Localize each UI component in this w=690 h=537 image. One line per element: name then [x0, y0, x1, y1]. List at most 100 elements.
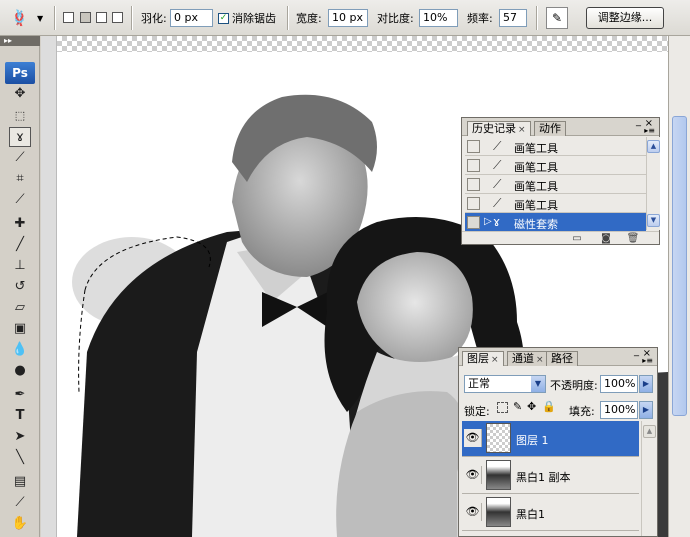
- lock-position-icon[interactable]: ✥: [527, 400, 536, 413]
- gradient-tool-icon[interactable]: ▣: [9, 319, 31, 339]
- refine-edge-button[interactable]: 调整边缘...: [586, 7, 664, 29]
- scrollbar-thumb[interactable]: [672, 116, 687, 416]
- eye-icon[interactable]: 👁: [464, 466, 482, 484]
- hand-tool-icon[interactable]: ✋: [9, 514, 31, 534]
- width-input[interactable]: 10 px: [328, 9, 368, 27]
- chevron-down-icon[interactable]: ▼: [531, 376, 545, 392]
- history-snapshot-checkbox[interactable]: [467, 159, 480, 172]
- layer-row[interactable]: 👁 黑白1 副本: [462, 458, 639, 494]
- move-tool-icon[interactable]: ✥: [9, 84, 31, 104]
- history-brush-tool-icon[interactable]: ↺: [9, 277, 31, 297]
- separator: [287, 6, 289, 30]
- layer-thumbnail: [486, 460, 511, 490]
- frequency-input[interactable]: 57: [499, 9, 527, 27]
- preset-dropdown-arrow-icon[interactable]: ▼: [37, 9, 43, 28]
- history-item-label: 画笔工具: [514, 180, 558, 193]
- scroll-up-icon[interactable]: ▲: [647, 140, 660, 153]
- opacity-slider-arrow-icon[interactable]: ▶: [639, 375, 653, 393]
- line-tool-icon[interactable]: ╲: [9, 448, 31, 468]
- ps-logo[interactable]: Ps: [5, 62, 35, 84]
- lock-all-icon[interactable]: 🔒: [542, 400, 556, 413]
- lasso-preset-icon[interactable]: 🪢: [10, 9, 29, 28]
- healing-brush-tool-icon[interactable]: ✚: [9, 214, 31, 234]
- magic-wand-tool-icon[interactable]: ⟋: [9, 148, 31, 168]
- opacity-input[interactable]: 100%: [600, 375, 638, 393]
- delete-state-icon[interactable]: 🗑: [626, 233, 640, 245]
- blend-mode-select[interactable]: 正常 ▼: [464, 375, 546, 393]
- feather-input[interactable]: 0 px: [170, 9, 213, 27]
- history-item[interactable]: ⟋ 画笔工具: [465, 175, 646, 194]
- blur-tool-icon[interactable]: 💧: [9, 340, 31, 360]
- canvas-vertical-scrollbar[interactable]: [668, 36, 690, 537]
- notes-tool-icon[interactable]: ▤: [9, 472, 31, 492]
- tablet-pressure-icon[interactable]: ✎: [546, 7, 568, 29]
- clone-stamp-tool-icon[interactable]: ⊥: [9, 256, 31, 276]
- history-snapshot-checkbox[interactable]: [467, 178, 480, 191]
- layers-panel-header: 图层 × 通道 × 路径 _ × ▸≡: [459, 346, 657, 366]
- close-icon[interactable]: ×: [536, 355, 544, 365]
- layers-scrollbar[interactable]: ▲: [641, 421, 657, 536]
- scroll-up-icon[interactable]: ▲: [643, 425, 656, 438]
- tab-actions[interactable]: 动作: [534, 121, 566, 136]
- tab-history-label: 历史记录: [472, 122, 516, 135]
- scroll-down-icon[interactable]: ▼: [647, 214, 660, 227]
- eyedropper-tool-icon[interactable]: ⟋: [9, 190, 31, 210]
- tab-layers[interactable]: 图层 ×: [462, 351, 504, 366]
- history-snapshot-checkbox[interactable]: [467, 216, 480, 229]
- history-snapshot-checkbox[interactable]: [467, 140, 480, 153]
- history-item-label: 画笔工具: [514, 161, 558, 174]
- history-item-label: 画笔工具: [514, 142, 558, 155]
- new-selection-icon[interactable]: [63, 12, 74, 23]
- layer-row-selected[interactable]: 👁 图层 1: [462, 421, 639, 457]
- contrast-input[interactable]: 10%: [419, 9, 458, 27]
- new-document-from-state-icon[interactable]: ▭: [570, 233, 584, 245]
- pen-tool-icon[interactable]: ✒: [9, 385, 31, 405]
- lock-transparent-pixels-icon[interactable]: [497, 402, 508, 413]
- fill-slider-arrow-icon[interactable]: ▶: [639, 401, 653, 419]
- separator: [131, 6, 133, 30]
- minimize-icon[interactable]: _: [634, 346, 639, 357]
- intersect-selection-icon[interactable]: [112, 12, 123, 23]
- layer-row[interactable]: 👁 黑白1: [462, 495, 639, 531]
- tab-channels[interactable]: 通道 ×: [507, 351, 549, 366]
- type-tool-icon[interactable]: T: [9, 406, 31, 426]
- dodge-tool-icon[interactable]: ●: [9, 361, 31, 381]
- add-to-selection-icon[interactable]: [80, 12, 91, 23]
- layer-name: 黑白1 副本: [516, 471, 571, 484]
- tab-layers-label: 图层: [467, 352, 489, 365]
- panel-menu-icon[interactable]: ▸≡: [644, 126, 655, 135]
- history-item[interactable]: ⟋ 画笔工具: [465, 194, 646, 213]
- tab-history[interactable]: 历史记录 ×: [467, 121, 531, 136]
- history-panel: 历史记录 × 动作 _ × ▸≡ ⟋ 画笔工具 ⟋ 画笔工具 ⟋ 画笔工具 ⟋ 画…: [461, 116, 660, 245]
- history-panel-header: 历史记录 × 动作 _ × ▸≡: [462, 116, 659, 136]
- fill-input[interactable]: 100%: [600, 401, 638, 419]
- subtract-from-selection-icon[interactable]: [96, 12, 107, 23]
- eye-icon[interactable]: 👁: [464, 503, 482, 521]
- toolbox-grip[interactable]: ▸▸: [0, 36, 40, 46]
- antialias-checkbox[interactable]: ✓: [218, 13, 229, 24]
- tab-channels-label: 通道: [512, 352, 534, 365]
- eyedropper-sample-tool-icon[interactable]: ⟋: [9, 493, 31, 513]
- path-selection-tool-icon[interactable]: ➤: [9, 427, 31, 447]
- lock-image-pixels-icon[interactable]: ✎: [513, 400, 522, 413]
- close-icon[interactable]: ×: [491, 355, 499, 365]
- history-item[interactable]: ⟋ 画笔工具: [465, 156, 646, 175]
- history-item[interactable]: ⟋ 画笔工具: [465, 137, 646, 156]
- panel-menu-icon[interactable]: ▸≡: [642, 356, 653, 365]
- marquee-tool-icon[interactable]: ⬚: [9, 106, 31, 126]
- close-icon[interactable]: ×: [518, 125, 526, 135]
- new-snapshot-icon[interactable]: ◙: [599, 233, 613, 245]
- minimize-icon[interactable]: _: [636, 116, 641, 127]
- history-snapshot-checkbox[interactable]: [467, 197, 480, 210]
- separator: [54, 6, 56, 30]
- magnetic-lasso-tool-icon[interactable]: ɤ: [9, 127, 31, 147]
- history-scrollbar[interactable]: ▲ ▼: [646, 137, 660, 230]
- eye-icon[interactable]: 👁: [464, 429, 482, 447]
- brush-icon: ⟋: [493, 177, 502, 191]
- crop-tool-icon[interactable]: ⌗: [9, 169, 31, 189]
- tab-paths[interactable]: 路径: [546, 351, 578, 366]
- eraser-tool-icon[interactable]: ▱: [9, 298, 31, 318]
- antialias-label: 消除锯齿: [232, 12, 276, 25]
- history-item-selected[interactable]: ▷ ɤ 磁性套索: [465, 213, 646, 232]
- brush-tool-icon[interactable]: ╱: [9, 235, 31, 255]
